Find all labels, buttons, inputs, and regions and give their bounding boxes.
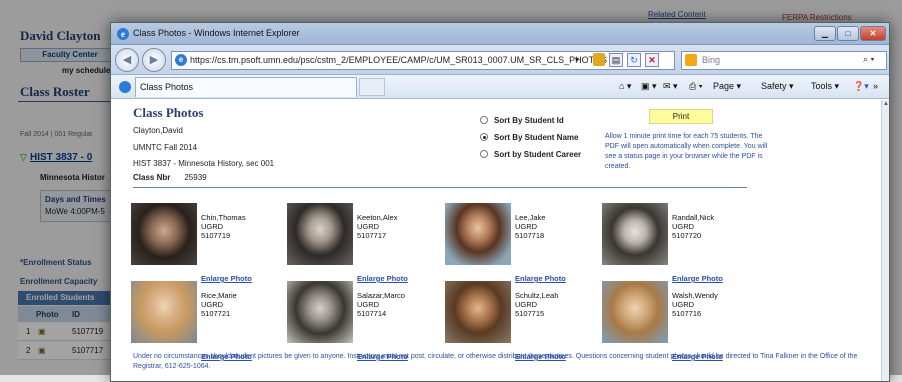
student-level: UGRD bbox=[201, 222, 224, 231]
term: UMNTC Fall 2014 bbox=[133, 143, 198, 152]
sort-by-id-radio[interactable]: Sort By Student Id bbox=[480, 116, 564, 125]
student-level: UGRD bbox=[672, 222, 695, 231]
student-photo[interactable] bbox=[602, 203, 668, 265]
print-button[interactable]: Print bbox=[649, 109, 713, 124]
sort-by-career-label: Sort by Student Career bbox=[494, 150, 582, 159]
forward-button[interactable]: ▶ bbox=[142, 48, 166, 72]
student-level: UGRD bbox=[201, 300, 224, 309]
student-photo[interactable] bbox=[287, 203, 353, 265]
ie-logo-icon: e bbox=[117, 28, 129, 40]
student-level: UGRD bbox=[672, 300, 695, 309]
stop-icon[interactable]: ✕ bbox=[645, 53, 659, 67]
student-card: Rice,Marie UGRD 5107721 Enlarge Photo bbox=[131, 281, 271, 363]
radio-icon[interactable] bbox=[480, 150, 488, 158]
back-button[interactable]: ◀ bbox=[115, 48, 139, 72]
class-nbr-value: 25939 bbox=[184, 173, 207, 182]
help-icon[interactable]: ❓▾ bbox=[853, 81, 869, 92]
tab-class-photos[interactable]: Class Photos bbox=[135, 77, 357, 97]
sort-by-career-radio[interactable]: Sort by Student Career bbox=[480, 150, 581, 159]
favorites-icon[interactable] bbox=[119, 81, 131, 93]
vertical-scrollbar[interactable] bbox=[881, 100, 889, 381]
student-id: 5107720 bbox=[672, 231, 702, 240]
student-photo[interactable] bbox=[287, 281, 353, 343]
student-name: Keeton,Alex bbox=[357, 213, 398, 222]
privacy-notice: Under no circumstances should student pi… bbox=[133, 353, 858, 370]
command-bar: Class Photos ⌂ ▾ ▣ ▾ ✉ ▾ ⎙ ▾ Page ▾ Safe… bbox=[111, 75, 889, 99]
compatibility-view-icon[interactable]: ▤ bbox=[609, 53, 623, 67]
lock-icon[interactable] bbox=[593, 53, 605, 66]
home-icon[interactable]: ⌂ ▾ bbox=[619, 81, 631, 92]
student-photo[interactable] bbox=[602, 281, 668, 343]
class-number: Class Nbr 25939 bbox=[133, 173, 207, 182]
safety-menu-label: Safety bbox=[761, 81, 787, 91]
window-titlebar[interactable]: e Class Photos - Windows Internet Explor… bbox=[111, 23, 889, 45]
student-photo[interactable] bbox=[131, 203, 197, 265]
student-id: 5107714 bbox=[357, 309, 387, 318]
student-id: 5107717 bbox=[357, 231, 387, 240]
student-photo[interactable] bbox=[445, 203, 511, 265]
feeds-icon[interactable]: ▣ ▾ bbox=[641, 81, 657, 92]
student-card: Keeton,Alex UGRD 5107717 Enlarge Photo bbox=[287, 203, 427, 285]
search-icon[interactable]: ⌕ ▾ bbox=[863, 54, 874, 65]
refresh-icon[interactable]: ↻ bbox=[627, 53, 641, 67]
student-name: Randall,Nick bbox=[672, 213, 715, 222]
course-title: HIST 3837 - Minnesota History, sec 001 bbox=[133, 159, 275, 168]
student-name: Schultz,Leah bbox=[515, 291, 559, 300]
student-photo[interactable] bbox=[445, 281, 511, 343]
radio-icon[interactable] bbox=[480, 116, 488, 124]
mail-icon[interactable]: ✉ ▾ bbox=[663, 81, 678, 92]
scroll-up-icon[interactable]: ▲ bbox=[882, 101, 889, 109]
window-title: Class Photos - Windows Internet Explorer bbox=[133, 28, 300, 38]
print-icon[interactable]: ⎙ ▾ bbox=[689, 81, 702, 92]
instructor-name: Clayton,David bbox=[133, 126, 183, 135]
class-nbr-label: Class Nbr bbox=[133, 173, 171, 182]
page-menu-label: Page bbox=[713, 81, 735, 91]
student-level: UGRD bbox=[515, 222, 538, 231]
sort-by-name-label: Sort By Student Name bbox=[494, 133, 579, 142]
address-bar: ◀ ▶ https://cs.tm.psoft.umn.edu/psc/cstm… bbox=[111, 45, 889, 75]
student-name: Chin,Thomas bbox=[201, 213, 246, 222]
student-card: Walsh,Wendy UGRD 5107716 Enlarge Photo bbox=[602, 281, 742, 363]
print-note: Allow 1 minute print time for each 75 st… bbox=[605, 133, 768, 170]
radio-selected-icon[interactable] bbox=[480, 133, 488, 141]
student-name: Rice,Marie bbox=[201, 291, 237, 300]
safety-menu[interactable]: Safety ▾ bbox=[761, 81, 794, 92]
student-id: 5107716 bbox=[672, 309, 702, 318]
student-id: 5107718 bbox=[515, 231, 545, 240]
url-dropdown-icon[interactable]: ▾ bbox=[575, 55, 579, 64]
student-card: Randall,Nick UGRD 5107720 Enlarge Photo bbox=[602, 203, 742, 285]
student-card: Salazar,Marco UGRD 5107714 Enlarge Photo bbox=[287, 281, 427, 363]
maximize-button[interactable]: □ bbox=[837, 26, 859, 41]
more-icon[interactable]: » bbox=[873, 81, 878, 91]
sort-by-name-radio[interactable]: Sort By Student Name bbox=[480, 133, 578, 142]
tools-menu[interactable]: Tools ▾ bbox=[811, 81, 839, 92]
section-divider bbox=[133, 187, 747, 188]
sort-by-id-label: Sort By Student Id bbox=[494, 116, 564, 125]
student-level: UGRD bbox=[357, 222, 380, 231]
student-card: Chin,Thomas UGRD 5107719 Enlarge Photo bbox=[131, 203, 271, 285]
student-id: 5107721 bbox=[201, 309, 231, 318]
class-photos-title: Class Photos bbox=[133, 105, 204, 120]
bing-icon bbox=[685, 54, 697, 66]
student-name: Walsh,Wendy bbox=[672, 291, 718, 300]
student-name: Lee,Jake bbox=[515, 213, 546, 222]
student-name: Salazar,Marco bbox=[357, 291, 405, 300]
student-photo[interactable] bbox=[131, 281, 197, 343]
browser-window: e Class Photos - Windows Internet Explor… bbox=[110, 22, 890, 382]
minimize-button[interactable]: ▁ bbox=[814, 26, 836, 41]
page-menu[interactable]: Page ▾ bbox=[713, 81, 741, 92]
site-icon: e bbox=[175, 54, 187, 66]
close-button[interactable]: ✕ bbox=[860, 26, 886, 41]
student-id: 5107715 bbox=[515, 309, 545, 318]
student-card: Lee,Jake UGRD 5107718 Enlarge Photo bbox=[445, 203, 585, 285]
student-id: 5107719 bbox=[201, 231, 231, 240]
student-level: UGRD bbox=[515, 300, 538, 309]
new-tab-button[interactable] bbox=[359, 78, 385, 96]
search-input[interactable]: Bing bbox=[681, 51, 887, 70]
student-level: UGRD bbox=[357, 300, 380, 309]
tools-menu-label: Tools bbox=[811, 81, 833, 91]
student-card: Schultz,Leah UGRD 5107715 Enlarge Photo bbox=[445, 281, 585, 363]
